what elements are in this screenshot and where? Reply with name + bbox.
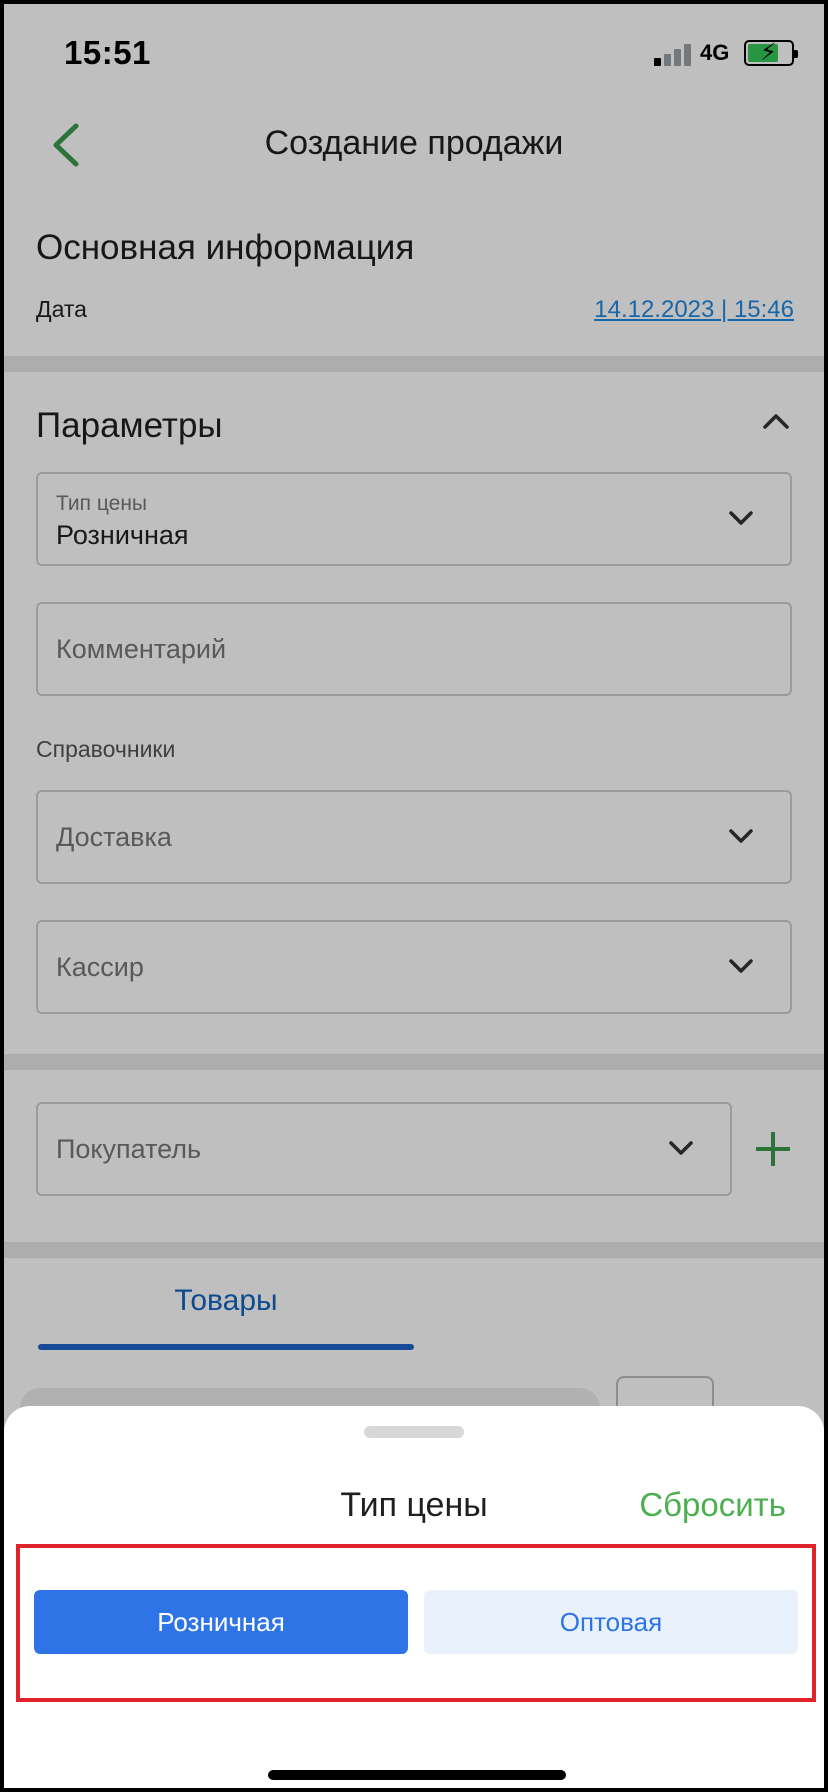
price-type-sheet: Тип цены Сбросить Розничная Оптовая — [4, 1406, 824, 1788]
sheet-grabber[interactable] — [364, 1426, 464, 1438]
option-retail-button[interactable]: Розничная — [34, 1590, 408, 1654]
option-wholesale-button[interactable]: Оптовая — [424, 1590, 798, 1654]
phone-frame: 15:51 4G ⚡ Создание продажи Основная инф… — [0, 0, 828, 1792]
home-indicator — [268, 1770, 566, 1780]
screen: 15:51 4G ⚡ Создание продажи Основная инф… — [4, 4, 824, 1788]
reset-button[interactable]: Сбросить — [639, 1486, 786, 1524]
